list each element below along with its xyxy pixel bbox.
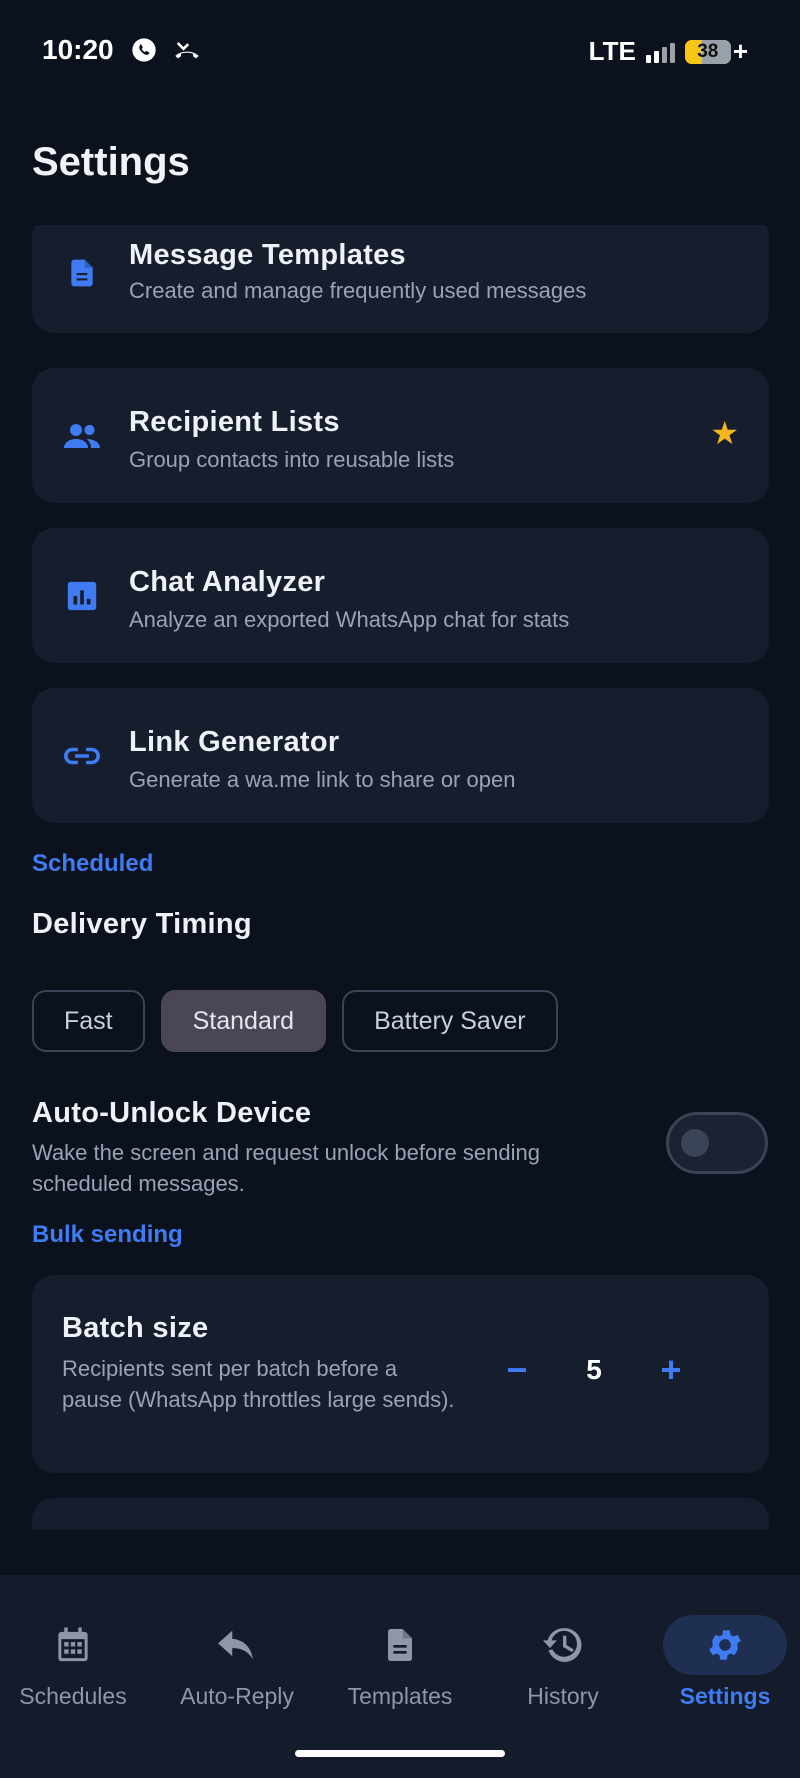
batch-size-desc: Recipients sent per batch before a pause… [62,1356,455,1412]
section-label-bulk-sending: Bulk sending [32,1221,183,1248]
card-subtitle: Group contacts into reusable lists [129,447,455,472]
section-label-scheduled: Scheduled [32,850,154,877]
chip-standard[interactable]: Standard [160,990,327,1052]
auto-unlock-toggle[interactable] [666,1112,768,1174]
calendar-icon [58,1627,88,1662]
network-label: LTE [588,36,636,66]
nav-auto-reply[interactable]: Auto-Reply [162,1615,312,1710]
battery-level: 38 [697,40,719,62]
settings-list[interactable]: Message Templates Create and manage freq… [0,225,800,1530]
page-title: Settings [32,140,190,184]
card-subtitle: Create and manage frequently used messag… [129,278,587,303]
card-link-generator[interactable]: Link Generator Generate a wa.me link to … [32,688,769,823]
card-title: Recipient Lists [129,406,340,438]
nav-label: Settings [679,1683,771,1709]
decrement-button[interactable]: − [489,1349,545,1391]
whatsapp-call-icon [132,38,156,62]
card-message-templates[interactable]: Message Templates Create and manage freq… [32,225,769,333]
group-icon [64,418,100,454]
auto-unlock-desc: Wake the screen and request unlock befor… [32,1140,540,1196]
delivery-timing-options: Fast Standard Battery Saver [32,990,558,1052]
reply-icon [218,1630,253,1660]
missed-call-icon [175,42,199,59]
card-title: Link Generator [129,726,340,758]
battery-icon: 38 + [684,36,748,67]
document-icon [388,1629,412,1661]
nav-schedules[interactable]: Schedules [0,1615,148,1710]
status-time: 10:20 [42,34,114,65]
batch-size-value: 5 [586,1354,602,1385]
charging-indicator: + [732,36,748,66]
home-indicator[interactable] [295,1750,505,1757]
bottom-navigation: Schedules Auto-Reply Templates History S… [0,1575,800,1778]
signal-icon [645,41,675,63]
card-recipient-lists[interactable]: Recipient Lists Group contacts into reus… [32,368,769,503]
card-subtitle: Analyze an exported WhatsApp chat for st… [129,607,570,632]
nav-history[interactable]: History [488,1615,638,1710]
nav-settings[interactable]: Settings [650,1615,800,1710]
toggle-knob [681,1129,709,1157]
link-icon [64,738,100,774]
auto-unlock-title: Auto-Unlock Device [32,1097,312,1129]
chip-fast[interactable]: Fast [32,990,145,1052]
card-batch-size: Batch size Recipients sent per batch bef… [32,1275,769,1473]
nav-label: Auto-Reply [180,1683,294,1709]
nav-label: Schedules [19,1683,127,1709]
card-next-setting[interactable] [32,1498,769,1530]
status-left-icons [130,36,202,64]
chart-icon [64,578,100,614]
chip-battery-saver[interactable]: Battery Saver [342,990,558,1052]
status-right: LTE 38 + [589,36,748,67]
batch-size-stepper: − 5 + [489,1349,699,1391]
nav-templates[interactable]: Templates [325,1615,475,1710]
history-icon [543,1628,582,1662]
nav-label: Templates [347,1683,453,1709]
status-bar: 10:20 LTE 38 + [0,0,800,100]
star-icon: ★ [710,415,739,451]
batch-size-title: Batch size [62,1312,209,1344]
nav-label: History [527,1683,599,1709]
document-icon [64,255,100,291]
gear-icon [709,1630,741,1660]
delivery-timing-title: Delivery Timing [32,908,252,940]
card-title: Message Templates [129,239,406,271]
card-chat-analyzer[interactable]: Chat Analyzer Analyze an exported WhatsA… [32,528,769,663]
increment-button[interactable]: + [643,1349,699,1391]
card-subtitle: Generate a wa.me link to share or open [129,767,516,792]
card-title: Chat Analyzer [129,566,326,598]
